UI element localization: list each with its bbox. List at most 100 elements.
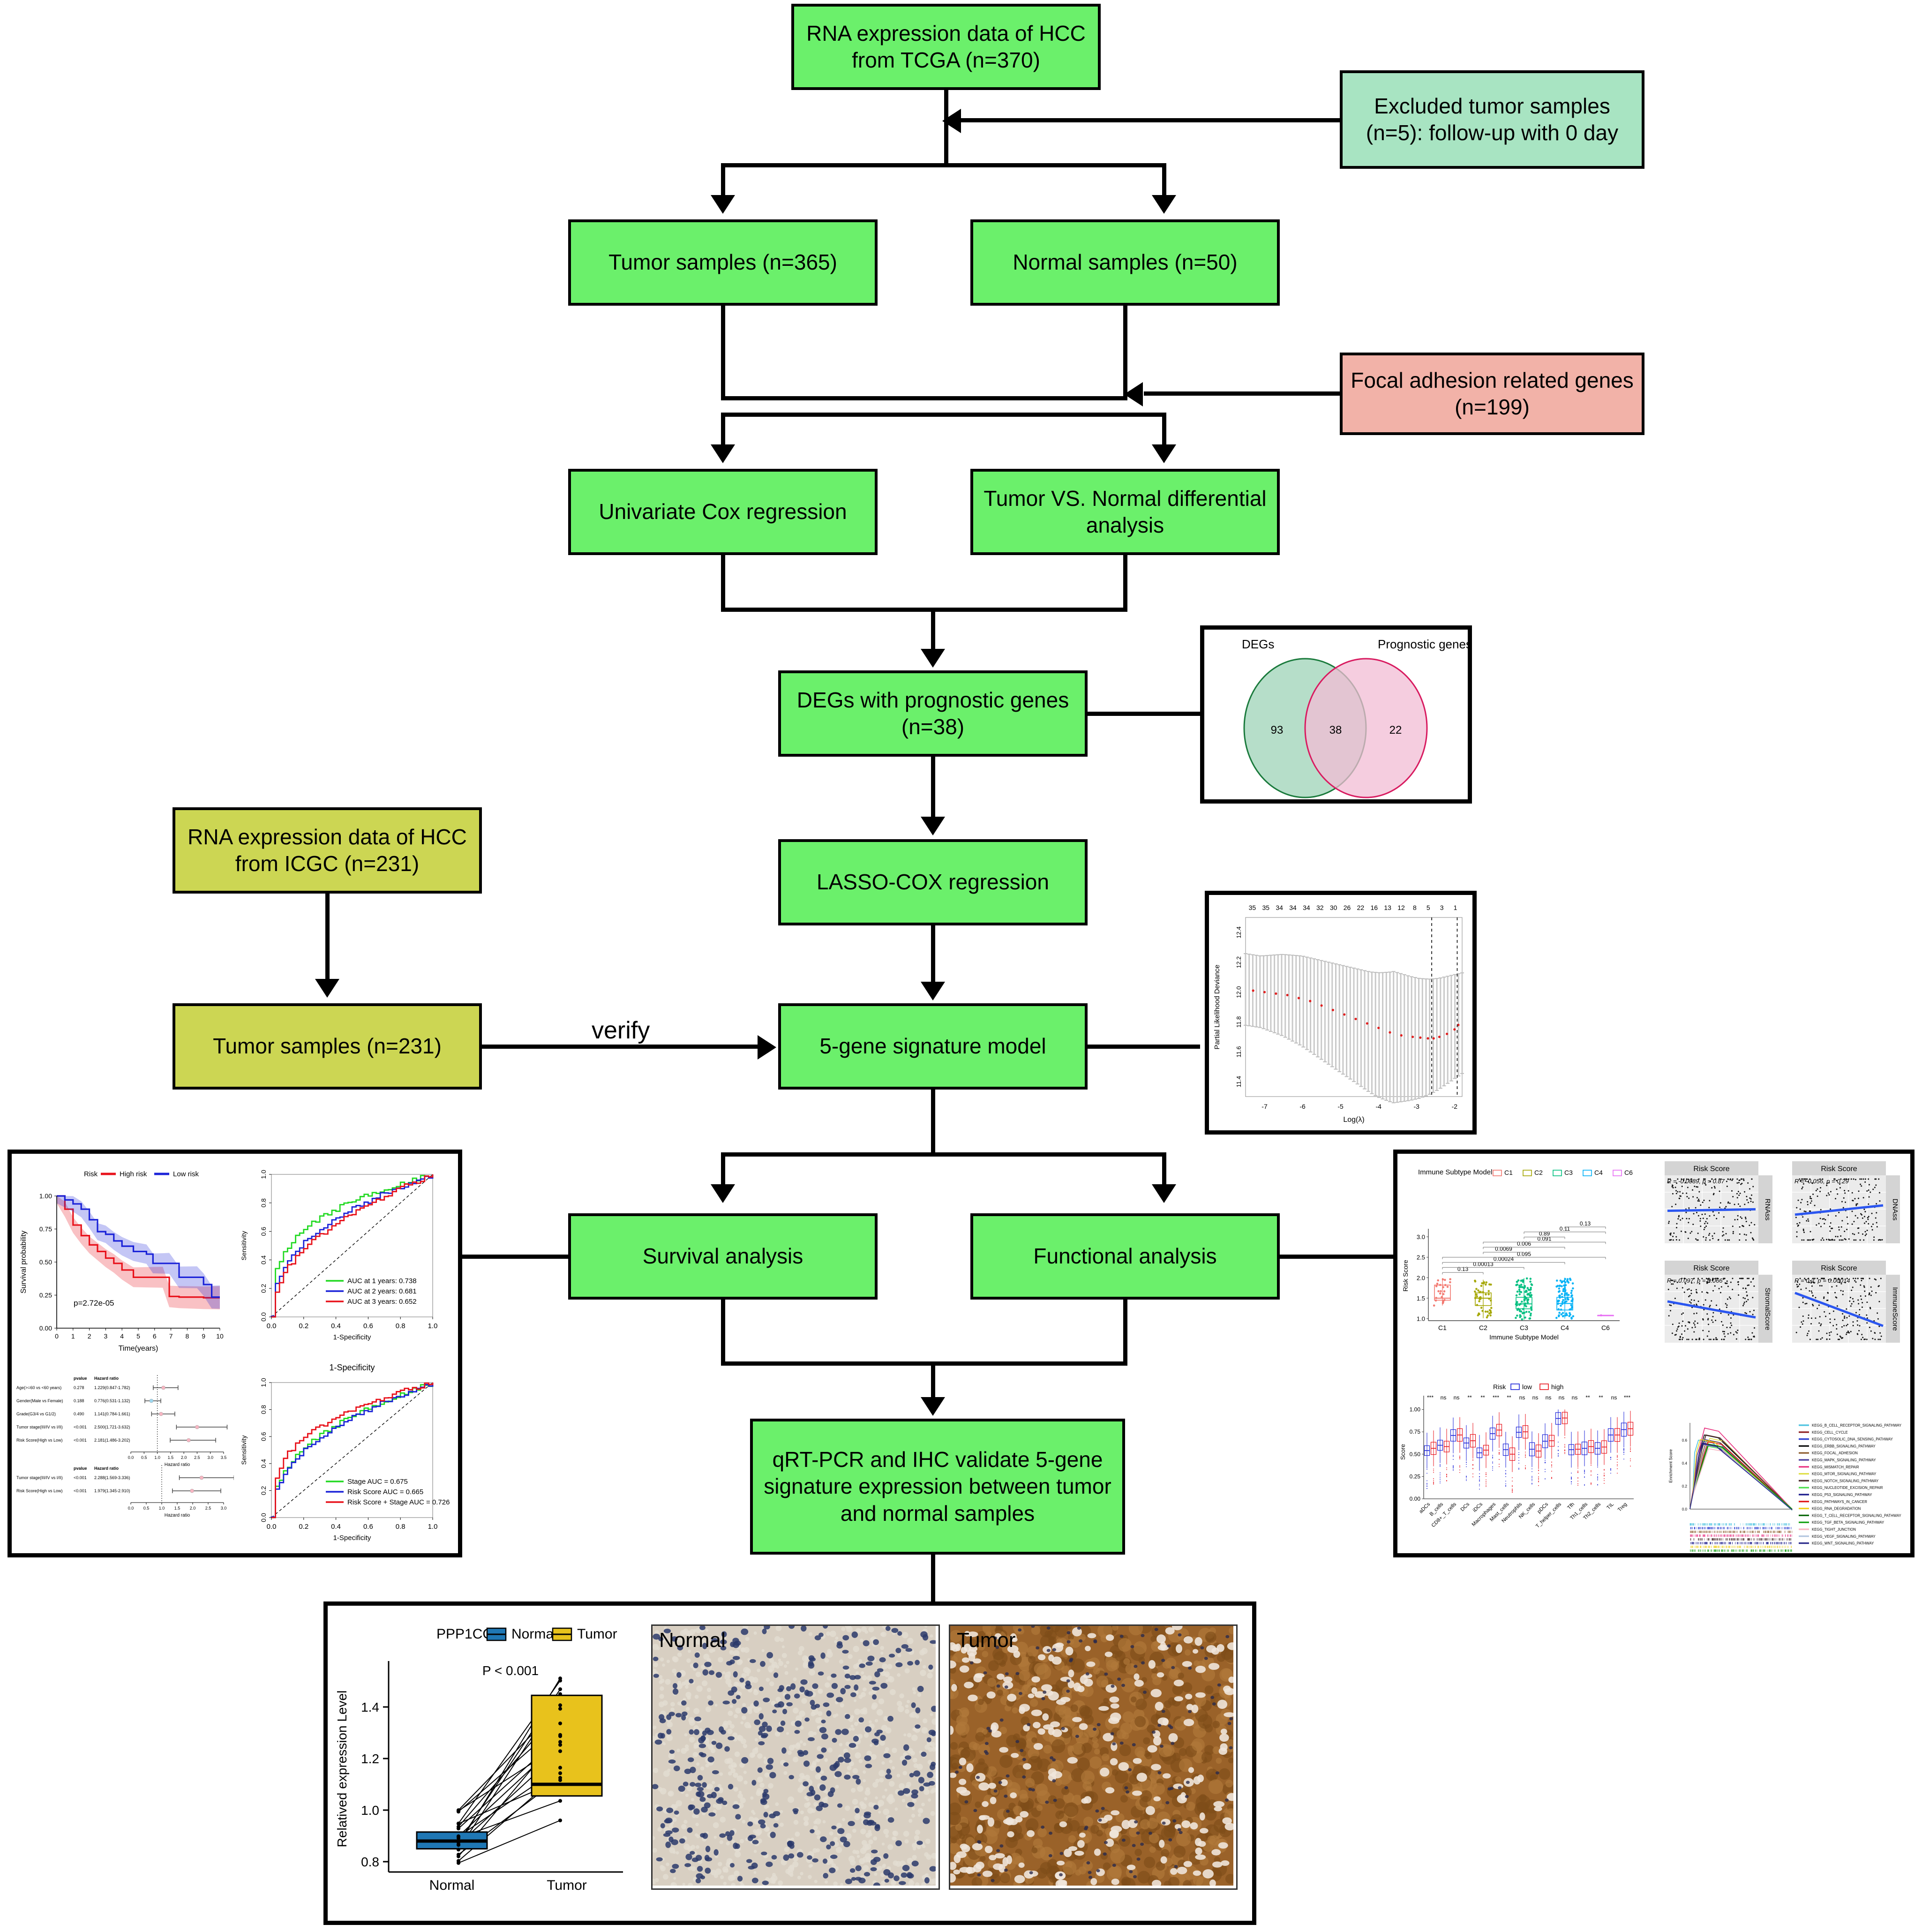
svg-text:0.0: 0.0 — [128, 1506, 134, 1511]
edge-diff-down — [1123, 555, 1127, 611]
svg-text:KEGG_ERBB_SIGNALING_PATHWAY: KEGG_ERBB_SIGNALING_PATHWAY — [1812, 1444, 1876, 1448]
node-lasso-cox: LASSO-COX regression — [778, 839, 1088, 925]
svg-text:0.8: 0.8 — [260, 1198, 267, 1208]
svg-text:0.6: 0.6 — [363, 1322, 373, 1330]
svg-text:2.0: 2.0 — [181, 1455, 187, 1460]
svg-text:1.0: 1.0 — [428, 1322, 438, 1330]
svg-text:ImmuneScore: ImmuneScore — [1891, 1287, 1899, 1331]
functional-analysis-panel: Immune Subtype Model C1 C2 C3 C4 C6 0.13 0.0001… — [1393, 1150, 1914, 1557]
svg-text:Risk Score: Risk Score — [1693, 1165, 1729, 1173]
svg-text:0.5: 0.5 — [141, 1455, 147, 1460]
svg-text:ns: ns — [1441, 1394, 1447, 1401]
svg-text:Log(λ): Log(λ) — [1343, 1116, 1364, 1124]
svg-text:Risk Score(High vs Low): Risk Score(High vs Low) — [16, 1438, 63, 1443]
svg-text:0.6: 0.6 — [260, 1227, 267, 1236]
svg-text:p=2.72e-05: p=2.72e-05 — [74, 1299, 114, 1308]
svg-text:12: 12 — [1397, 904, 1405, 911]
svg-text:Treg: Treg — [1617, 1502, 1628, 1513]
svg-text:ns: ns — [1572, 1394, 1578, 1401]
edge-split2-left — [721, 413, 725, 446]
node-focal-adhesion-genes: Focal adhesion related genes (n=199) — [1340, 353, 1644, 435]
svg-text:High risk: High risk — [120, 1170, 147, 1178]
svg-text:C3: C3 — [1564, 1169, 1573, 1176]
node-survival-analysis: Survival analysis — [568, 1213, 878, 1300]
edge-split-right — [1162, 163, 1166, 197]
svg-text:0.8: 0.8 — [396, 1523, 405, 1531]
svg-text:1.00: 1.00 — [39, 1192, 52, 1200]
edge-functional-down — [1123, 1300, 1127, 1365]
svg-text:AUC at 2 years: 0.681: AUC at 2 years: 0.681 — [347, 1287, 417, 1295]
edge-functional-to-panel — [1277, 1255, 1393, 1259]
svg-text:**: ** — [1467, 1394, 1472, 1401]
svg-text:KEGG_MTOR_SIGNALING_PATHWAY: KEGG_MTOR_SIGNALING_PATHWAY — [1812, 1472, 1877, 1476]
node-qrtpcr-ihc-validate: qRT-PCR and IHC validate 5-gene signatur… — [750, 1419, 1125, 1555]
svg-text:1.0: 1.0 — [159, 1506, 165, 1511]
node-icgc-rna: RNA expression data of HCC from ICGC (n=… — [173, 807, 482, 894]
node-tumor-samples-365: Tumor samples (n=365) — [568, 219, 878, 306]
flowchart-canvas: RNA expression data of HCC from TCGA (n=… — [0, 0, 1922, 1932]
svg-text:KEGG_T_CELL_RECEPTOR_SIGNALING: KEGG_T_CELL_RECEPTOR_SIGNALING_PATHWAY — [1812, 1513, 1901, 1518]
svg-text:Score: Score — [1399, 1444, 1406, 1460]
svg-text:3.5: 3.5 — [221, 1455, 227, 1460]
svg-text:Sensitivity: Sensitivity — [240, 1231, 248, 1260]
svg-text:KEGG_P53_SIGNALING_PATHWAY: KEGG_P53_SIGNALING_PATHWAY — [1812, 1493, 1872, 1497]
venn-diagram: DEGs Prognostic genes 93 38 22 — [1242, 637, 1468, 798]
svg-text:3.0: 3.0 — [1417, 1233, 1425, 1240]
svg-text:high: high — [1551, 1383, 1563, 1391]
roc-stage-plot: 1-Specificity 0.0 0.2 0.4 0.6 0.8 1.0 0.0 0.2 0.4… — [240, 1363, 450, 1542]
node-label: 5-gene signature model — [819, 1034, 1046, 1059]
svg-text:1.0: 1.0 — [154, 1455, 160, 1460]
node-differential-analysis: Tumor VS. Normal differential analysis — [970, 469, 1280, 555]
svg-text:<0.001: <0.001 — [74, 1475, 87, 1480]
svg-text:<0.001: <0.001 — [74, 1438, 87, 1443]
node-5gene-signature: 5-gene signature model — [778, 1003, 1088, 1090]
svg-text:Low risk: Low risk — [173, 1170, 199, 1178]
svg-text:AUC at 3 years: 0.652: AUC at 3 years: 0.652 — [347, 1298, 417, 1306]
svg-text:1: 1 — [1454, 904, 1457, 911]
svg-text:KEGG_TIGHT_JUNCTION: KEGG_TIGHT_JUNCTION — [1812, 1527, 1856, 1532]
svg-text:16: 16 — [1371, 904, 1378, 911]
lasso-deviance-plot: -7 -6 -5 -4 -3 -211.411.611.812.012.212.435 35… — [1213, 904, 1464, 1124]
svg-text:0.2: 0.2 — [299, 1523, 308, 1531]
node-degs-prognostic: DEGs with prognostic genes (n=38) — [778, 670, 1088, 757]
svg-text:ns: ns — [1519, 1394, 1525, 1401]
venn-panel: DEGs Prognostic genes 93 38 22 — [1200, 625, 1472, 804]
svg-text:Risk Score + Stage AUC = 0.726: Risk Score + Stage AUC = 0.726 — [347, 1498, 450, 1506]
svg-text:0.188: 0.188 — [74, 1398, 84, 1403]
svg-text:StromalScore: StromalScore — [1764, 1288, 1772, 1331]
svg-text:R = -0.0089, p = 0.87: R = -0.0089, p = 0.87 — [1667, 1178, 1725, 1185]
edge-lasso-down — [931, 925, 935, 984]
svg-text:TIL: TIL — [1606, 1502, 1615, 1511]
svg-text:ns: ns — [1559, 1394, 1565, 1401]
svg-text:2.500(1.721-3.632): 2.500(1.721-3.632) — [94, 1425, 130, 1429]
svg-text:pvalue: pvalue — [74, 1466, 87, 1471]
edge-merge2 — [721, 608, 1127, 612]
svg-text:8: 8 — [1413, 904, 1417, 911]
svg-text:R = -0.056, p = 0.29: R = -0.056, p = 0.29 — [1794, 1178, 1849, 1185]
svg-text:0.75: 0.75 — [1410, 1428, 1421, 1435]
svg-text:KEGG_CELL_CYCLE: KEGG_CELL_CYCLE — [1812, 1430, 1848, 1435]
svg-text:Risk Score: Risk Score — [1402, 1260, 1409, 1292]
venn-only-right: 22 — [1389, 724, 1402, 737]
arrow-to-functional — [1152, 1184, 1176, 1203]
arrow-to-cox — [711, 444, 735, 463]
svg-text:2.0: 2.0 — [190, 1506, 196, 1511]
arrow-focal — [1124, 382, 1143, 406]
svg-text:1.0: 1.0 — [361, 1803, 379, 1818]
svg-text:Tumor stage(III/IV vs I/II): Tumor stage(III/IV vs I/II) — [16, 1425, 63, 1429]
svg-text:11.4: 11.4 — [1235, 1076, 1242, 1087]
svg-text:Partial Likelihood Deviance: Partial Likelihood Deviance — [1213, 965, 1221, 1050]
arrow-to-diff — [1152, 444, 1176, 463]
node-label: Focal adhesion related genes (n=199) — [1351, 368, 1634, 420]
edge-icgc-down — [325, 894, 330, 981]
arrow-to-model — [921, 982, 945, 1000]
svg-text:26: 26 — [1344, 904, 1351, 911]
node-label: Survival analysis — [642, 1244, 803, 1269]
svg-text:0.6: 0.6 — [1682, 1438, 1688, 1443]
node-label: Tumor VS. Normal differential analysis — [984, 486, 1267, 538]
node-tumor-samples-231: Tumor samples (n=231) — [173, 1003, 482, 1090]
svg-text:Hazard ratio: Hazard ratio — [165, 1513, 190, 1518]
ihc-tumor-label: Tumor — [957, 1629, 1016, 1652]
svg-text:Sensitivity: Sensitivity — [240, 1435, 248, 1465]
ihc-normal-label: Normal — [659, 1629, 726, 1652]
